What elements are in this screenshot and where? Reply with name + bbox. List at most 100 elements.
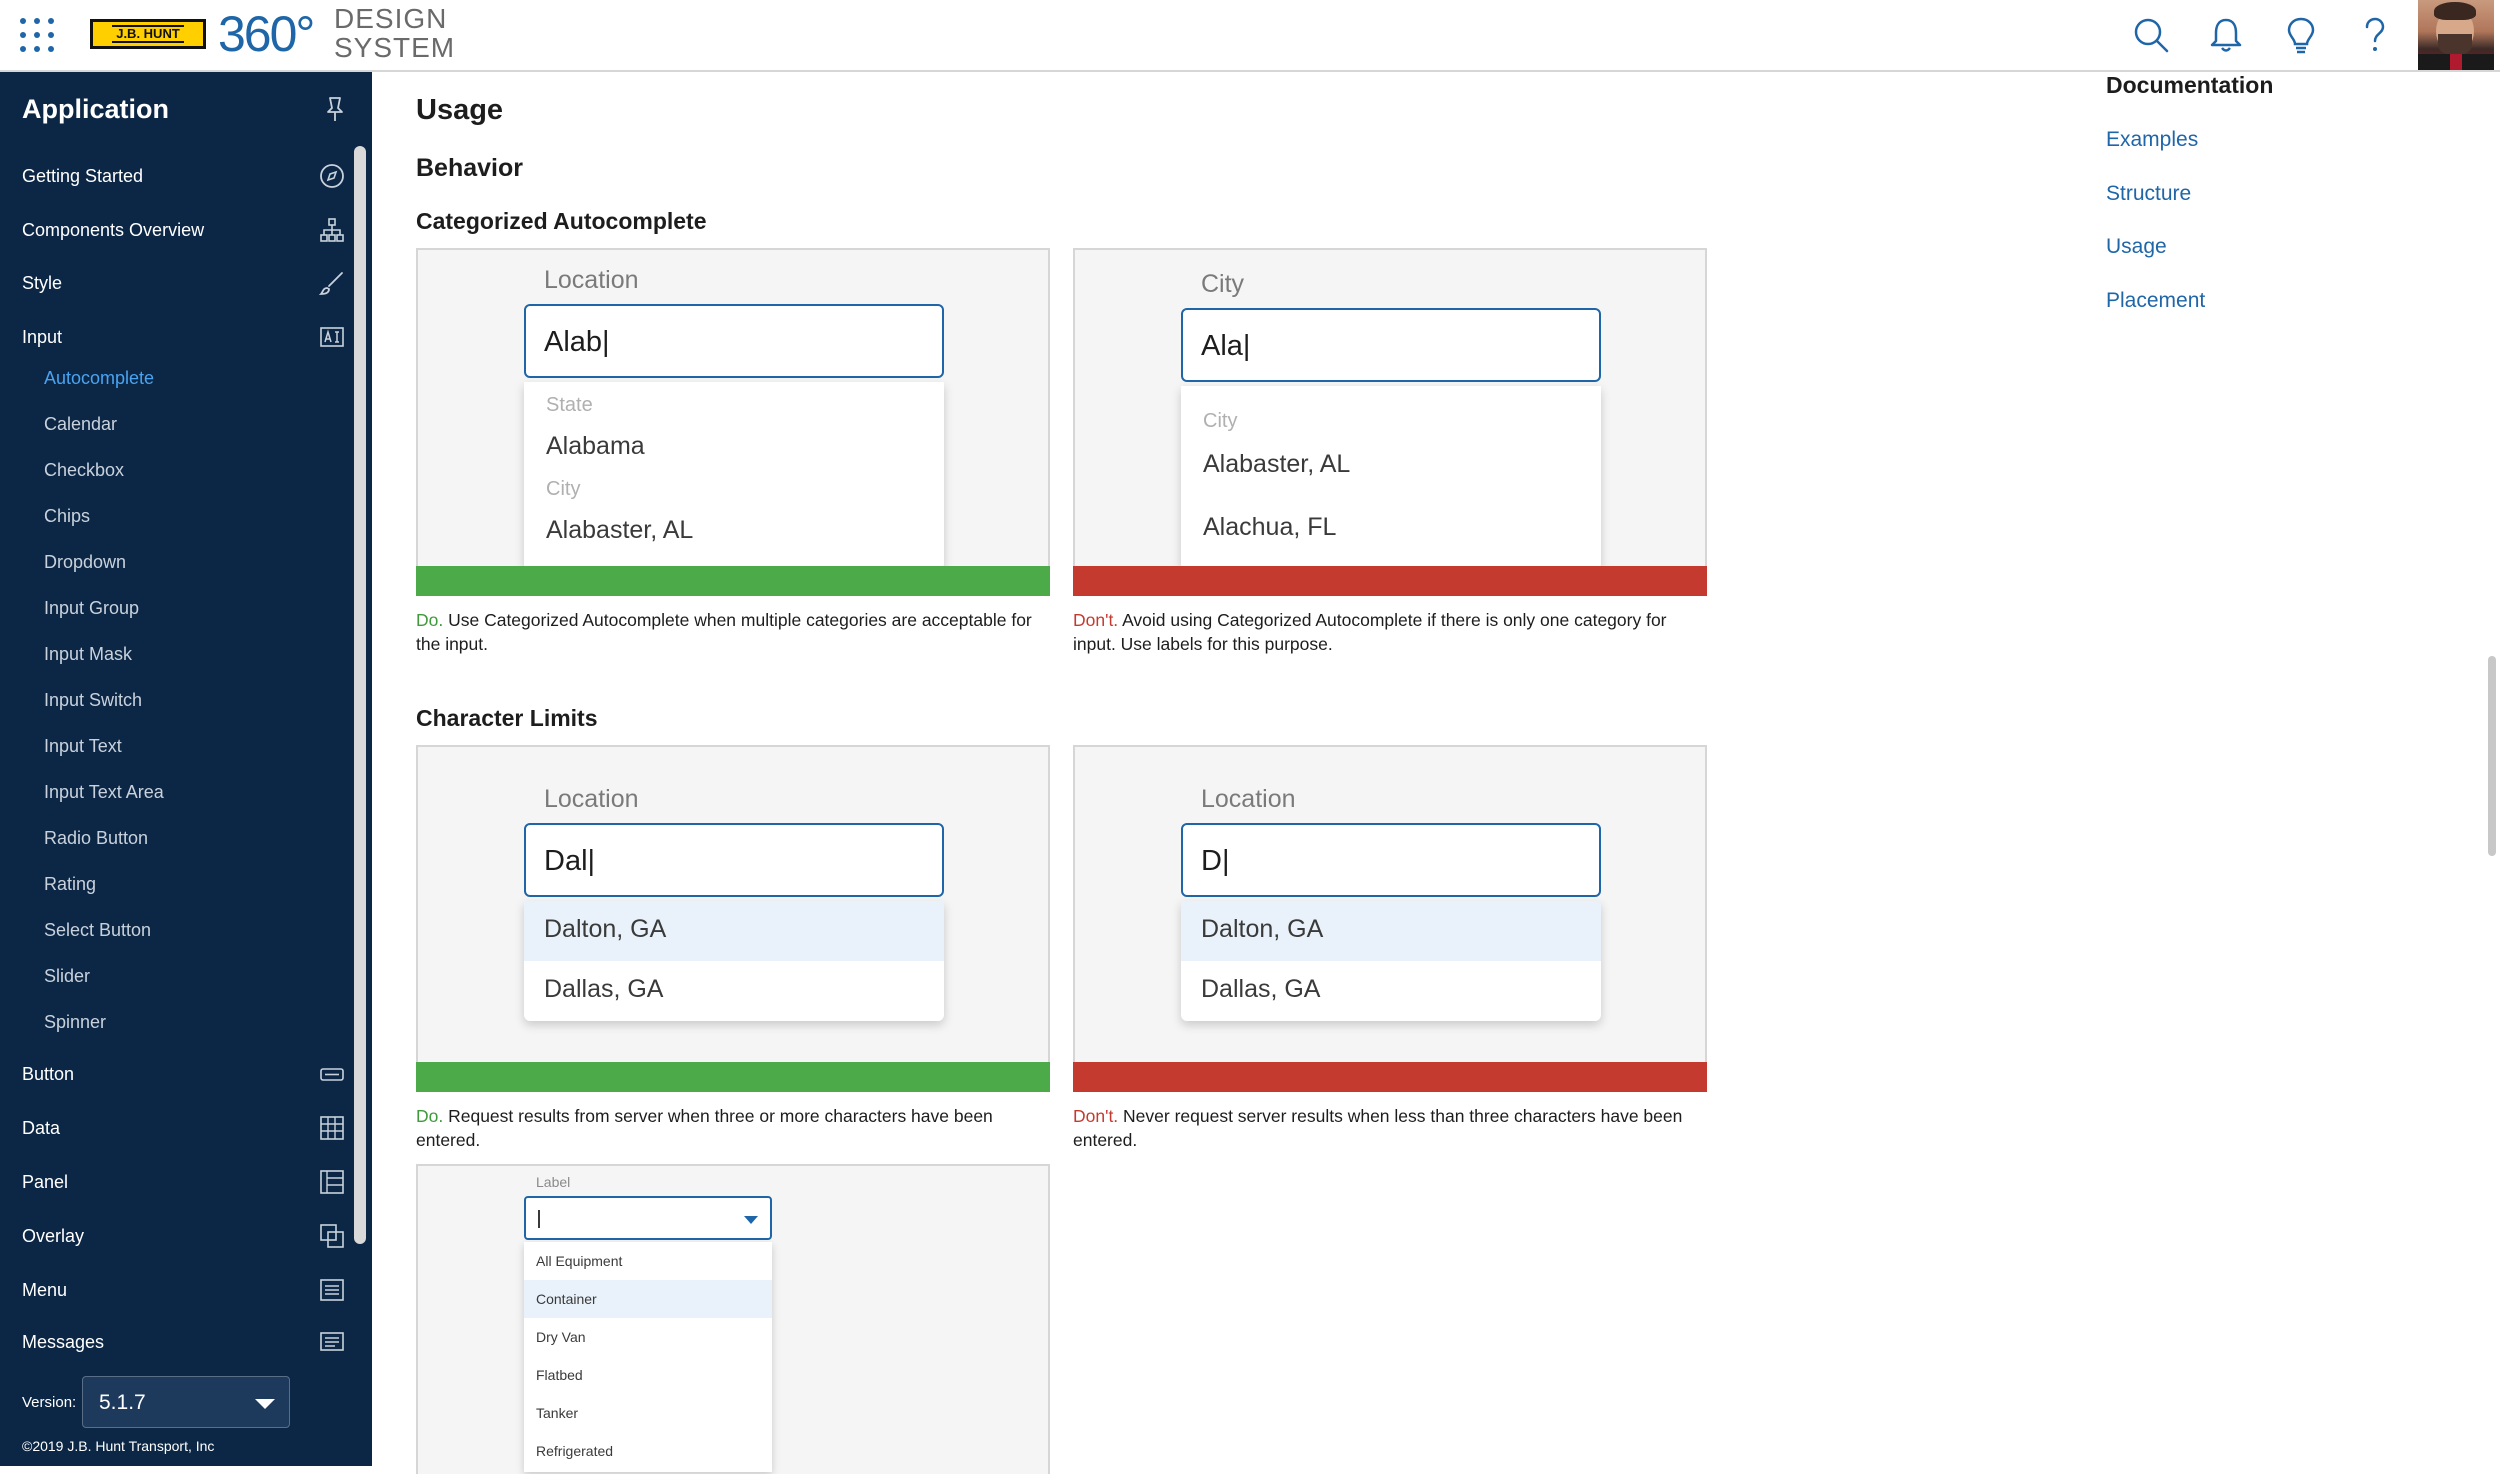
user-avatar[interactable]	[2418, 0, 2494, 70]
doc-link-usage[interactable]: Usage	[2106, 235, 2167, 259]
bell-icon[interactable]	[2205, 14, 2247, 56]
version-select[interactable]: 5.1.7	[82, 1376, 290, 1428]
example-panel-do: Location Dal| Dalton, GA Dallas, GA	[416, 745, 1050, 1065]
dont-indicator-bar	[1073, 1062, 1707, 1092]
sidebar-item-getting-started[interactable]: Getting Started	[0, 154, 352, 198]
sidebar-subitem-autocomplete[interactable]: Autocomplete	[0, 358, 352, 398]
sidebar-item-panel[interactable]: Panel	[0, 1160, 352, 1204]
dropdown-option[interactable]: Dallas, GA	[1181, 961, 1601, 1021]
dropdown-option[interactable]: Dallas, GA	[524, 961, 944, 1021]
help-icon[interactable]	[2354, 14, 2396, 56]
field-label: City	[1201, 270, 1245, 298]
sidebar-subitem-radio-button[interactable]: Radio Button	[0, 818, 352, 858]
dropdown-option[interactable]: Flatbed	[524, 1356, 772, 1394]
section-heading-behavior: Behavior	[416, 154, 523, 182]
documentation-heading: Documentation	[2106, 72, 2274, 98]
dropdown-option[interactable]: All Equipment	[524, 1242, 772, 1280]
sidebar-subitem-input-text[interactable]: Input Text	[0, 726, 352, 766]
sidebar-subitem-input-text-area[interactable]: Input Text Area	[0, 772, 352, 812]
example-panel-dont: City Ala| City Alabaster, AL Alachua, FL	[1073, 248, 1707, 570]
dropdown-option[interactable]: Alabaster, AL	[546, 516, 693, 545]
panel-icon	[320, 1170, 344, 1194]
sitemap-icon	[320, 218, 344, 242]
category-label: State	[546, 394, 593, 416]
dont-caption: Don't. Never request server results when…	[1073, 1106, 1683, 1150]
overlay-icon	[320, 1224, 344, 1248]
sidebar-scrollbar[interactable]	[354, 146, 366, 1244]
autocomplete-dropdown: City Alabaster, AL Alachua, FL	[1181, 386, 1601, 570]
sidebar-subitem-dropdown[interactable]: Dropdown	[0, 542, 352, 582]
do-caption: Do. Use Categorized Autocomplete when mu…	[416, 610, 1032, 654]
sidebar-subitem-rating[interactable]: Rating	[0, 864, 352, 904]
messages-icon	[320, 1332, 344, 1351]
sidebar-item-components-overview[interactable]: Components Overview	[0, 208, 352, 252]
sidebar-subitem-spinner[interactable]: Spinner	[0, 1002, 352, 1042]
lightbulb-icon[interactable]	[2280, 14, 2322, 56]
chevron-down-icon	[744, 1216, 758, 1224]
do-caption: Do. Request results from server when thr…	[416, 1106, 993, 1150]
doc-link-placement[interactable]: Placement	[2106, 289, 2205, 313]
dropdown-option[interactable]: Tanker	[524, 1394, 772, 1432]
autocomplete-input[interactable]: Alab|	[524, 304, 944, 378]
top-bar: J.B. HUNT 360° DESIGN SYSTEM	[0, 0, 2500, 72]
button-icon	[320, 1068, 344, 1081]
design-system-logo-text: DESIGN SYSTEM	[334, 3, 456, 63]
do-indicator-bar	[416, 1062, 1050, 1092]
example-panel-do: Location Alab| State Alabama City Alabas…	[416, 248, 1050, 570]
sidebar-item-messages[interactable]: Messages	[0, 1320, 352, 1364]
compass-icon	[320, 164, 344, 188]
dropdown-input[interactable]	[524, 1196, 772, 1240]
dropdown-option[interactable]: Dry Van	[524, 1318, 772, 1356]
example-panel-dont: Location D| Dalton, GA Dallas, GA	[1073, 745, 1707, 1065]
sidebar-item-input[interactable]: Input	[0, 315, 352, 359]
sidebar-item-menu[interactable]: Menu	[0, 1268, 352, 1312]
text-input-icon	[320, 327, 344, 347]
autocomplete-dropdown: State Alabama City Alabaster, AL	[524, 382, 944, 570]
field-label: Location	[1201, 785, 1296, 813]
dropdown-option[interactable]: Alabama	[546, 432, 645, 461]
sidebar-item-data[interactable]: Data	[0, 1106, 352, 1150]
do-indicator-bar	[416, 566, 1050, 596]
pin-icon[interactable]	[320, 94, 350, 124]
version-label: Version:	[22, 1394, 77, 1411]
sidebar-subitem-chips[interactable]: Chips	[0, 496, 352, 536]
section-heading-categorized-autocomplete: Categorized Autocomplete	[416, 208, 707, 234]
doc-link-examples[interactable]: Examples	[2106, 128, 2198, 152]
dropdown-option[interactable]: Dalton, GA	[1181, 901, 1601, 961]
apps-grid-icon[interactable]	[20, 18, 54, 52]
sidebar-subitem-calendar[interactable]: Calendar	[0, 404, 352, 444]
sidebar-subitem-select-button[interactable]: Select Button	[0, 910, 352, 950]
autocomplete-dropdown: Dalton, GA Dallas, GA	[524, 901, 944, 1021]
dropdown-option[interactable]: Dalton, GA	[524, 901, 944, 961]
sidebar-subitem-input-group[interactable]: Input Group	[0, 588, 352, 628]
autocomplete-input[interactable]: Dal|	[524, 823, 944, 897]
autocomplete-input[interactable]: Ala|	[1181, 308, 1601, 382]
jb-hunt-logo[interactable]: J.B. HUNT	[90, 19, 206, 49]
sidebar: Application Getting Started Components O…	[0, 72, 372, 1466]
sidebar-subitem-slider[interactable]: Slider	[0, 956, 352, 996]
category-label: City	[546, 478, 581, 500]
field-label: Location	[544, 785, 639, 813]
table-icon	[320, 1116, 344, 1140]
page-title: Usage	[416, 94, 504, 126]
search-icon[interactable]	[2130, 14, 2172, 56]
example-panel-dropdown: Label All Equipment Container Dry Van Fl…	[416, 1164, 1050, 1474]
sidebar-subitem-input-switch[interactable]: Input Switch	[0, 680, 352, 720]
chevron-down-icon	[255, 1399, 275, 1409]
page-scrollbar[interactable]	[2488, 656, 2496, 856]
sidebar-item-button[interactable]: Button	[0, 1052, 352, 1096]
sidebar-item-style[interactable]: Style	[0, 261, 352, 305]
dropdown-option[interactable]: Alachua, FL	[1203, 513, 1336, 542]
dont-indicator-bar	[1073, 566, 1707, 596]
dropdown-option[interactable]: Alabaster, AL	[1203, 450, 1350, 479]
copyright: ©2019 J.B. Hunt Transport, Inc	[22, 1438, 215, 1454]
dropdown-option[interactable]: Refrigerated	[524, 1432, 772, 1470]
sidebar-subitem-input-mask[interactable]: Input Mask	[0, 634, 352, 674]
sidebar-item-overlay[interactable]: Overlay	[0, 1214, 352, 1258]
logo-360: 360°	[218, 6, 315, 62]
autocomplete-input[interactable]: D|	[1181, 823, 1601, 897]
sidebar-subitem-checkbox[interactable]: Checkbox	[0, 450, 352, 490]
doc-link-structure[interactable]: Structure	[2106, 182, 2191, 206]
dropdown-option[interactable]: Container	[524, 1280, 772, 1318]
dont-caption: Don't. Avoid using Categorized Autocompl…	[1073, 610, 1667, 654]
